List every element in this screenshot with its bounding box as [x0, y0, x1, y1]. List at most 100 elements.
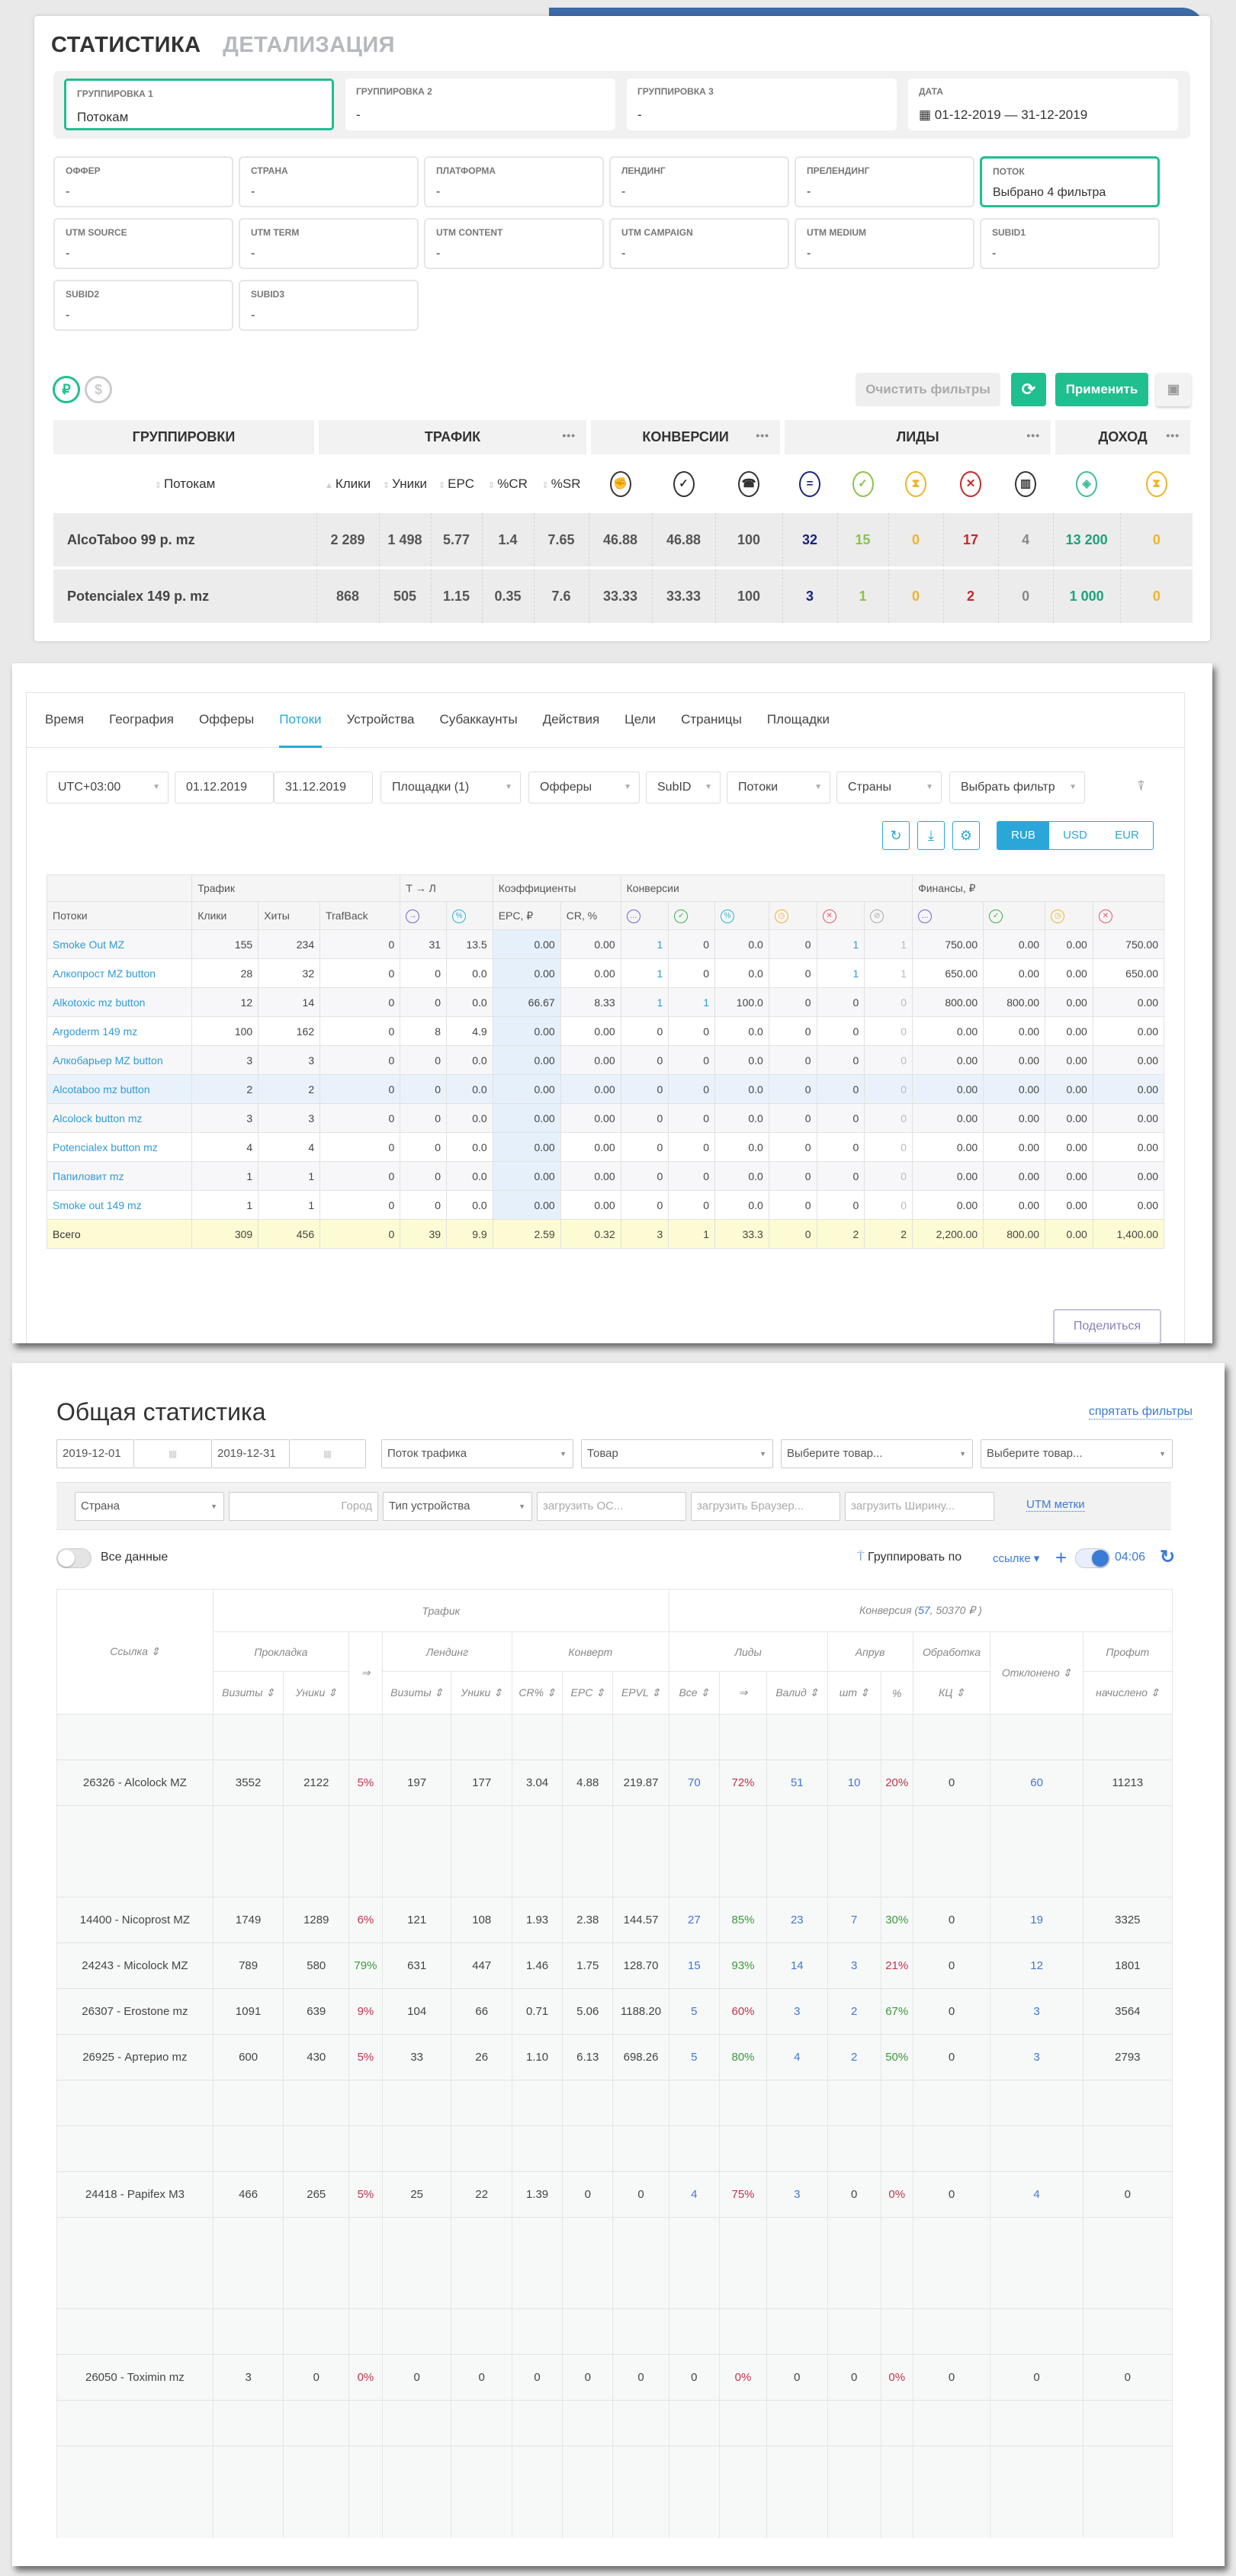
column-header[interactable]: … — [620, 901, 669, 930]
column-header[interactable]: ◷ — [1045, 901, 1093, 930]
table-row[interactable]: 24243 - Micolock MZ 789 580 79% 631 447 1.46 1.… — [56, 1942, 1173, 1989]
stream-link[interactable]: Алкобарьер MZ button — [46, 1045, 193, 1075]
hide-filters-link[interactable]: спрятать фильтры — [1088, 1405, 1193, 1420]
table-row[interactable]: 26326 - Alcolock MZ 3552 2122 5% 197 177 3.04 4… — [56, 1760, 1173, 1806]
filter-лендинг[interactable]: ЛЕНДИНГ - — [609, 156, 789, 207]
tab-1[interactable]: География — [109, 693, 174, 748]
column-header[interactable]: EPVL ⇕ — [612, 1671, 669, 1715]
table-row[interactable]: Alcolock button mz 3 3 0 0 0.0 0.00 0.00 0 0 0.0 0 0… — [46, 1103, 1165, 1133]
column-header[interactable]: % — [714, 901, 769, 930]
column-header[interactable]: % — [446, 901, 493, 930]
settings-gear-icon[interactable]: ⚙ — [952, 821, 980, 850]
clear-filters-button[interactable]: Очистить фильтры — [856, 373, 1000, 406]
stream-link[interactable]: Smoke Out MZ — [46, 929, 193, 959]
device-type-select[interactable]: Тип устройства ▼ — [383, 1492, 532, 1521]
filter-utm-source[interactable]: UTM SOURCE - — [53, 218, 233, 269]
stream-link[interactable]: Smoke out 149 mz — [46, 1190, 193, 1220]
filter-select[interactable]: 31.12.2019 — [274, 772, 373, 804]
table-row[interactable]: Smoke out 149 mz 1 1 0 0 0.0 0.00 0.00 0 0 0.0 0 0 0 0… — [46, 1190, 1165, 1220]
total-row[interactable]: Всего 309 456 0 39 9.9 2.59 0.32 3 1 33.3 0 2 2 2,200.… — [46, 1219, 1165, 1249]
all-data-toggle[interactable] — [56, 1548, 91, 1568]
filter-utm-term[interactable]: UTM TERM - — [239, 218, 419, 269]
filter-поток[interactable]: ПОТОК Выбрано 4 фильтра — [980, 156, 1160, 207]
column-header[interactable]: шт ⇕ — [827, 1671, 881, 1715]
column-header[interactable]: ✊ — [589, 454, 652, 513]
date-from-input[interactable]: 2019-12-01 — [56, 1439, 134, 1468]
column-header[interactable]: ⧗ — [888, 454, 943, 513]
filter-utm-content[interactable]: UTM CONTENT - — [424, 218, 604, 269]
column-header[interactable]: ⇕ EPC — [431, 454, 482, 513]
tab-details[interactable]: ДЕТАЛИЗАЦИЯ — [223, 33, 395, 57]
tab-3[interactable]: Потоки — [279, 693, 322, 748]
column-header[interactable]: Уники ⇕ — [451, 1671, 512, 1715]
column-header[interactable]: КЦ ⇕ — [912, 1671, 991, 1715]
column-header[interactable]: ⇕ %SR — [534, 454, 589, 513]
os-input[interactable]: загрузить ОС... — [537, 1492, 686, 1521]
column-header[interactable]: ✓ — [668, 901, 716, 930]
link-name[interactable]: 24418 - Papifex M3 — [56, 2171, 213, 2218]
filter-subid2[interactable]: SUBID2 - — [53, 280, 233, 331]
column-header[interactable]: → — [400, 901, 448, 930]
column-header[interactable]: Все ⇕ — [668, 1671, 720, 1715]
column-header[interactable]: EPC ⇕ — [562, 1671, 614, 1715]
utm-tags-link[interactable]: UTM метки — [1026, 1498, 1085, 1512]
tab-6[interactable]: Действия — [543, 693, 599, 748]
stream-link[interactable]: Alkotoxic mz button — [46, 987, 193, 1017]
link-name[interactable]: 26326 - Alcolock MZ — [56, 1760, 213, 1806]
group-by-select[interactable]: ссылке ▾ — [993, 1551, 1039, 1565]
table-row[interactable]: 26925 - Артерио mz 600 430 5% 33 26 1.10 6.13 69… — [56, 2034, 1173, 2080]
column-header[interactable]: Визиты ⇕ — [212, 1671, 284, 1715]
column-header[interactable]: … — [912, 901, 984, 930]
table-row[interactable]: AlcoTaboo 99 р. mz 2 289 1 498 5.77 1.4 7.65 4… — [53, 513, 1193, 568]
tab-2[interactable]: Офферы — [199, 693, 254, 748]
stream-link[interactable]: Папиловит mz — [46, 1161, 193, 1191]
calendar-icon[interactable]: ▦ — [290, 1439, 366, 1468]
usd-currency-toggle[interactable]: $ — [85, 376, 112, 403]
filter-select[interactable]: Страны ▼ — [836, 772, 942, 804]
column-header[interactable]: CR% ⇕ — [511, 1671, 563, 1715]
filter-subid3[interactable]: SUBID3 - — [239, 280, 419, 331]
filter-select[interactable]: UTC+03:00 ▼ — [47, 772, 169, 804]
stream-link[interactable]: Alcotaboo mz button — [46, 1074, 193, 1104]
column-header[interactable]: ◷ — [768, 901, 817, 930]
column-header[interactable]: ⇕ Уники — [379, 454, 431, 513]
filter-select[interactable]: Офферы ▼ — [528, 772, 640, 804]
filter-select[interactable]: Площадки (1) ▼ — [380, 772, 521, 804]
tab-9[interactable]: Площадки — [767, 693, 830, 748]
table-row[interactable]: 14400 - Nicoprost MZ 1749 1289 6% 121 108 1.93… — [56, 1897, 1173, 1943]
country-select[interactable]: Страна ▼ — [75, 1492, 224, 1521]
column-header[interactable]: ✕ — [1092, 901, 1165, 930]
column-header[interactable]: ⇕ Потокам — [53, 454, 316, 513]
col-rejected[interactable]: Отклонено ⇕ — [990, 1631, 1084, 1715]
tab-8[interactable]: Страницы — [681, 693, 742, 748]
column-header[interactable]: ▥ — [998, 454, 1053, 513]
table-row[interactable]: Алкопрост MZ button 28 32 0 0 0.0 0.00 0.00 1 0 0.… — [46, 958, 1165, 988]
column-header[interactable]: ⊘ — [864, 901, 913, 930]
column-header[interactable]: ☎ — [715, 454, 782, 513]
more-options-icon[interactable]: ••• — [756, 429, 769, 441]
grouping-3-select[interactable]: ГРУППИРОВКА 3 - — [627, 79, 897, 130]
column-header[interactable]: начислено ⇕ — [1082, 1671, 1173, 1715]
stream-link[interactable]: Argoderm 149 mz — [46, 1016, 193, 1046]
column-header[interactable]: ✕ — [943, 454, 998, 513]
product-select-3[interactable]: Выберите товар... ▼ — [981, 1439, 1173, 1468]
currency-eur[interactable]: EUR — [1101, 822, 1153, 849]
add-grouping-icon[interactable]: + — [1055, 1546, 1067, 1570]
refresh-icon[interactable]: ↻ — [882, 821, 910, 850]
more-options-icon[interactable]: ••• — [562, 429, 576, 441]
traffic-stream-select[interactable]: Поток трафика ▼ — [381, 1439, 573, 1468]
column-header[interactable]: ✕ — [816, 901, 865, 930]
filter-subid1[interactable]: SUBID1 - — [980, 218, 1160, 269]
column-header[interactable]: % — [880, 1671, 913, 1715]
column-header[interactable]: Валид ⇕ — [766, 1671, 828, 1715]
product-select[interactable]: Товар ▼ — [581, 1439, 773, 1468]
tab-5[interactable]: Субаккаунты — [440, 693, 518, 748]
table-row[interactable]: Argoderm 149 mz 100 162 0 8 4.9 0.00 0.00 0 0 0.0 0… — [46, 1016, 1165, 1046]
download-icon[interactable]: ⤓ — [917, 821, 945, 850]
filter-select[interactable]: SubID ▼ — [646, 772, 721, 804]
column-header[interactable]: ⇒ — [718, 1671, 768, 1715]
filter-select[interactable]: Потоки ▼ — [727, 772, 830, 804]
refresh-icon[interactable]: ⟳ — [1011, 373, 1046, 406]
apply-button[interactable]: Применить — [1055, 373, 1148, 406]
column-header[interactable]: Уники ⇕ — [283, 1671, 350, 1715]
